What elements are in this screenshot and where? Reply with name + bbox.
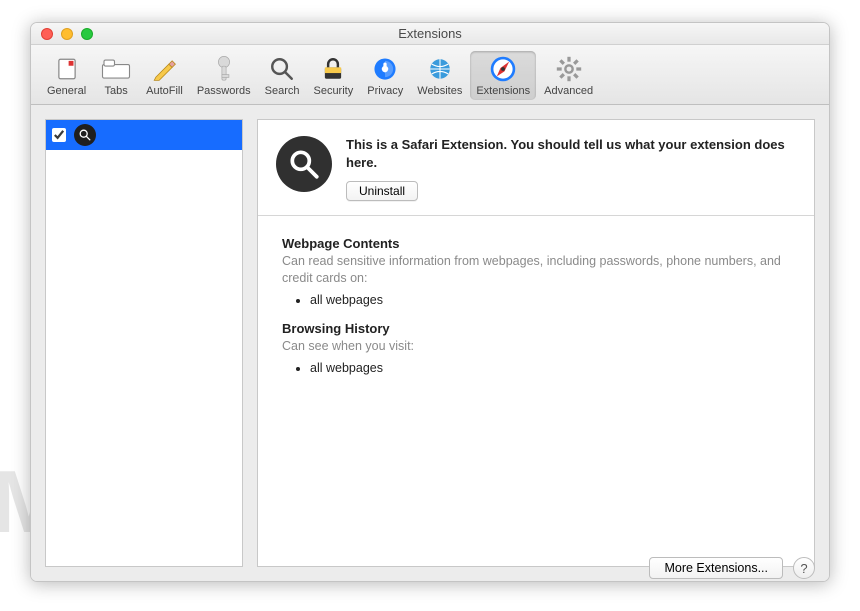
passwords-icon	[208, 53, 240, 85]
autofill-icon	[148, 53, 180, 85]
browsing-history-heading: Browsing History	[282, 321, 790, 336]
extension-item-icon	[74, 124, 96, 146]
extension-list-item[interactable]	[46, 120, 242, 150]
tab-label: AutoFill	[146, 85, 183, 97]
extensions-sidebar	[45, 119, 243, 567]
uninstall-button[interactable]: Uninstall	[346, 181, 418, 201]
help-button[interactable]: ?	[793, 557, 815, 579]
tab-search[interactable]: Search	[259, 51, 306, 100]
minimize-icon[interactable]	[61, 28, 73, 40]
extension-large-icon	[276, 136, 332, 192]
tab-label: Privacy	[367, 85, 403, 97]
browsing-history-item: all webpages	[310, 361, 790, 375]
tab-general[interactable]: General	[41, 51, 92, 100]
tab-label: General	[47, 85, 86, 97]
window-controls	[31, 28, 93, 40]
tab-label: Tabs	[105, 85, 128, 97]
tab-label: Security	[313, 85, 353, 97]
footer-controls: More Extensions... ?	[649, 557, 815, 579]
window-title: Extensions	[31, 26, 829, 41]
close-icon[interactable]	[41, 28, 53, 40]
webpage-contents-heading: Webpage Contents	[282, 236, 790, 251]
privacy-icon	[369, 53, 401, 85]
content-area: This is a Safari Extension. You should t…	[31, 105, 829, 581]
detail-header: This is a Safari Extension. You should t…	[258, 120, 814, 216]
tab-websites[interactable]: Websites	[411, 51, 468, 100]
titlebar: Extensions	[31, 23, 829, 45]
tab-label: Passwords	[197, 85, 251, 97]
general-icon	[51, 53, 83, 85]
websites-icon	[424, 53, 456, 85]
permissions-section: Webpage Contents Can read sensitive info…	[258, 216, 814, 405]
search-icon	[266, 53, 298, 85]
preferences-window: Extensions General Tabs AutoFill Passwor…	[30, 22, 830, 582]
tab-privacy[interactable]: Privacy	[361, 51, 409, 100]
more-extensions-button[interactable]: More Extensions...	[649, 557, 783, 579]
tab-security[interactable]: Security	[307, 51, 359, 100]
extensions-icon	[487, 53, 519, 85]
gear-icon	[553, 53, 585, 85]
extension-detail-panel: This is a Safari Extension. You should t…	[257, 119, 815, 567]
webpage-contents-item: all webpages	[310, 293, 790, 307]
tab-extensions[interactable]: Extensions	[470, 51, 536, 100]
tabs-icon	[100, 53, 132, 85]
extension-enable-checkbox[interactable]	[52, 128, 66, 142]
tab-label: Websites	[417, 85, 462, 97]
tab-tabs[interactable]: Tabs	[94, 51, 138, 100]
browsing-history-desc: Can see when you visit:	[282, 338, 790, 355]
extension-description: This is a Safari Extension. You should t…	[346, 136, 796, 171]
tab-autofill[interactable]: AutoFill	[140, 51, 189, 100]
zoom-icon[interactable]	[81, 28, 93, 40]
security-icon	[317, 53, 349, 85]
tab-advanced[interactable]: Advanced	[538, 51, 599, 100]
tab-label: Advanced	[544, 85, 593, 97]
tab-passwords[interactable]: Passwords	[191, 51, 257, 100]
preferences-toolbar: General Tabs AutoFill Passwords Search	[31, 45, 829, 105]
tab-label: Search	[265, 85, 300, 97]
webpage-contents-desc: Can read sensitive information from webp…	[282, 253, 790, 287]
tab-label: Extensions	[476, 85, 530, 97]
